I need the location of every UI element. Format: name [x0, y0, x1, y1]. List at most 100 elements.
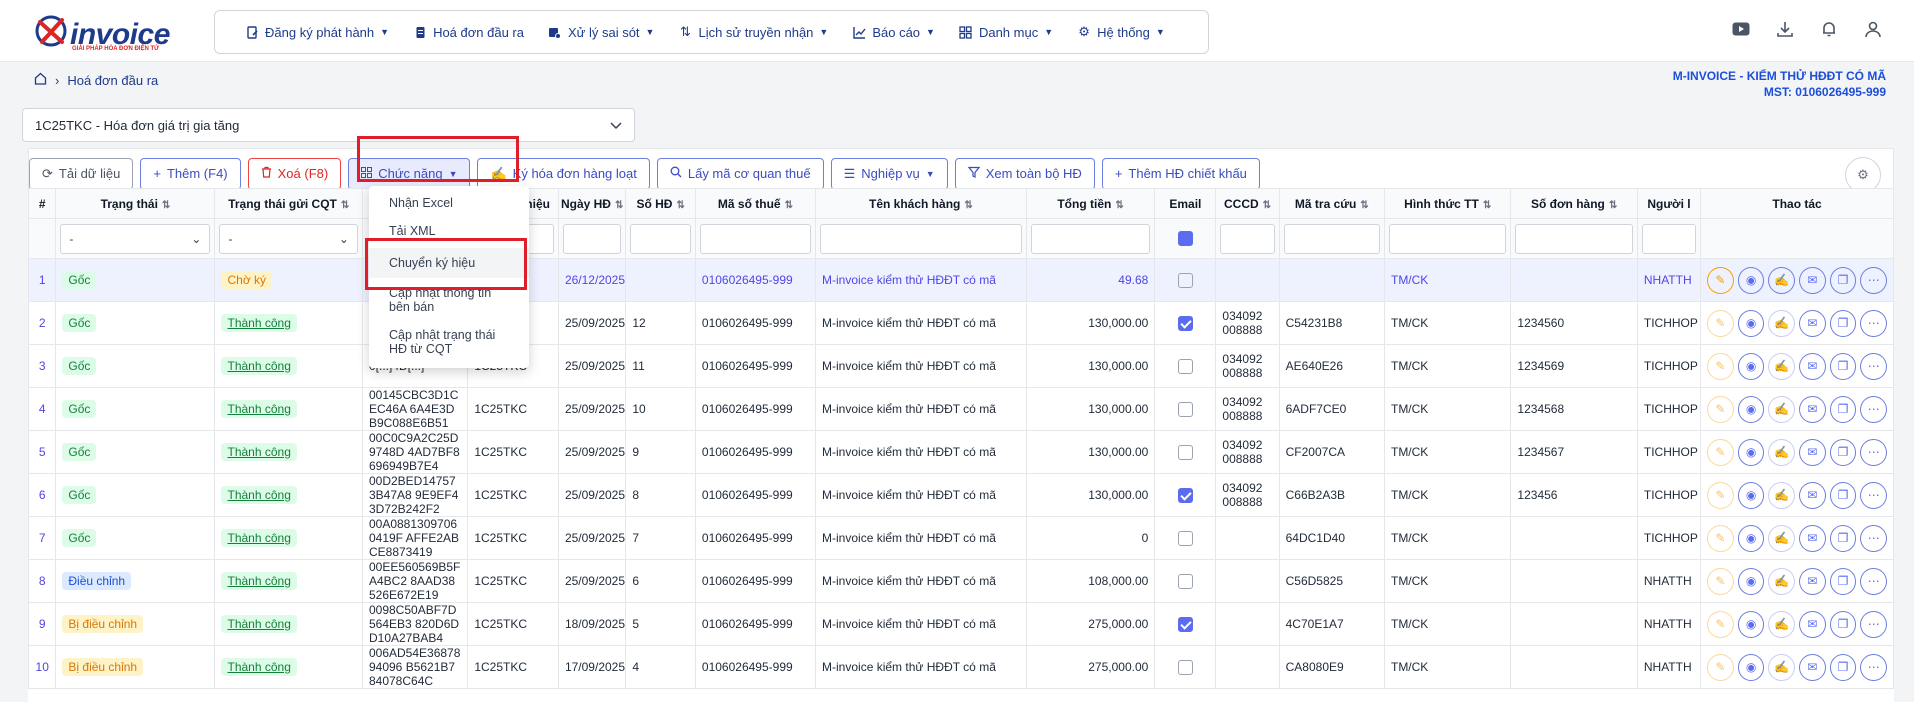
table-row[interactable]: 7 Gốc Thành công 00A08813097060419F AFFE2AB…: [28, 516, 1894, 560]
nav-hoa-don-dau-ra[interactable]: Hoá đơn đầu ra: [401, 11, 536, 53]
number-filter[interactable]: [630, 223, 691, 254]
sign-icon[interactable]: ✍: [1768, 309, 1796, 337]
status-filter[interactable]: - ⌄: [60, 223, 211, 254]
date-filter[interactable]: [562, 223, 622, 254]
more-icon[interactable]: ⋯: [1860, 567, 1888, 595]
edit-icon[interactable]: ✎: [1707, 395, 1734, 423]
mail-icon[interactable]: ✉: [1799, 266, 1826, 294]
view-all-button[interactable]: Xem toàn bộ HĐ: [954, 157, 1095, 190]
cqt-status-badge[interactable]: Thành công: [221, 486, 297, 504]
nav-xu-ly-sai-sot[interactable]: Xử lý sai sót ▼: [536, 11, 666, 53]
col-header-lookup[interactable]: Mã tra cứu ⇅: [1278, 188, 1385, 219]
add-button[interactable]: + Thêm (F4): [140, 157, 241, 190]
nav-bao-cao[interactable]: Báo cáo ▼: [840, 11, 947, 53]
cccd-filter[interactable]: [1220, 223, 1275, 254]
total-filter[interactable]: [1030, 223, 1151, 254]
youtube-icon[interactable]: [1730, 18, 1752, 40]
email-checkbox[interactable]: [1177, 315, 1193, 331]
copy-icon[interactable]: ❐: [1829, 438, 1857, 466]
email-checkbox[interactable]: [1177, 272, 1193, 288]
edit-icon[interactable]: ✎: [1707, 352, 1734, 380]
cqt-status-badge[interactable]: Thành công: [221, 400, 297, 418]
sign-icon[interactable]: ✍: [1768, 395, 1796, 423]
sign-icon[interactable]: ✍: [1768, 653, 1796, 681]
bell-icon[interactable]: [1818, 18, 1840, 40]
sign-batch-button[interactable]: ✍ Ký hóa đơn hàng loạt: [477, 157, 650, 190]
view-icon[interactable]: ◉: [1737, 567, 1765, 595]
edit-icon[interactable]: ✎: [1707, 610, 1734, 638]
brand-logo[interactable]: invoice GIẢI PHÁP HÓA ĐƠN ĐIỆN TỬ: [34, 12, 174, 52]
table-row[interactable]: 9 Bị điều chỉnh Thành công 0098C50ABF7D564E…: [28, 602, 1894, 646]
email-checkbox[interactable]: [1177, 659, 1193, 675]
sign-icon[interactable]: ✍: [1768, 352, 1796, 380]
cqt-status-badge[interactable]: Thành công: [221, 658, 297, 676]
sign-icon[interactable]: ✍: [1768, 610, 1796, 638]
table-row[interactable]: 2GốcThành công0[...]B[...]1C25TKC25/09/2…: [28, 301, 1894, 345]
copy-icon[interactable]: ❐: [1829, 524, 1857, 552]
table-row[interactable]: 5 Gốc Thành công 00C0C9A2C25D9748D 4AD7BF86…: [28, 430, 1894, 474]
customer-filter[interactable]: [820, 223, 1022, 254]
edit-icon[interactable]: ✎: [1707, 438, 1734, 466]
cqt-status-badge[interactable]: Thành công: [221, 357, 297, 375]
cqt-status-badge[interactable]: Thành công: [221, 314, 297, 332]
payment-filter[interactable]: [1388, 223, 1507, 254]
invoice-series-select[interactable]: 1C25TKC - Hóa đơn giá trị gia tăng: [22, 108, 635, 142]
table-row[interactable]: 10 Bị điều chỉnh Thành công 006AD54E3687894…: [28, 645, 1894, 689]
cqt-status-badge[interactable]: Chờ ký: [221, 271, 273, 289]
more-icon[interactable]: ⋯: [1860, 309, 1888, 337]
view-icon[interactable]: ◉: [1737, 524, 1765, 552]
edit-icon[interactable]: ✎: [1707, 309, 1734, 337]
more-icon[interactable]: ⋯: [1860, 481, 1888, 509]
menu-item-import-excel[interactable]: Nhận Excel: [369, 190, 529, 216]
email-checkbox[interactable]: [1177, 530, 1193, 546]
breadcrumb-current[interactable]: Hoá đơn đầu ra: [67, 73, 158, 88]
edit-icon[interactable]: ✎: [1707, 266, 1734, 294]
table-row[interactable]: 3GốcThành công0[...]4D[...]1C25TKC25/09/…: [28, 344, 1894, 388]
col-header-order[interactable]: Số đơn hàng ⇅: [1510, 188, 1638, 219]
mail-icon[interactable]: ✉: [1799, 481, 1826, 509]
menu-item-download-xml[interactable]: Tải XML: [369, 218, 529, 244]
cqt-status-badge[interactable]: Thành công: [221, 529, 297, 547]
email-checkbox[interactable]: [1177, 573, 1193, 589]
mail-icon[interactable]: ✉: [1799, 395, 1826, 423]
table-row[interactable]: 8 Điều chỉnh Thành công 00EE560569B5FA4BC2 …: [28, 559, 1894, 603]
email-checkbox[interactable]: [1177, 616, 1193, 632]
col-header-date[interactable]: Ngày HĐ ⇅: [557, 188, 627, 219]
copy-icon[interactable]: ❐: [1829, 395, 1857, 423]
more-icon[interactable]: ⋯: [1860, 524, 1888, 552]
sign-icon[interactable]: ✍: [1768, 567, 1796, 595]
view-icon[interactable]: ◉: [1737, 481, 1765, 509]
mail-icon[interactable]: ✉: [1799, 352, 1826, 380]
edit-icon[interactable]: ✎: [1707, 653, 1734, 681]
nav-lich-su-truyen-nhan[interactable]: ⇅ Lịch sử truyền nhận ▼: [666, 11, 840, 53]
email-checkbox[interactable]: [1177, 358, 1193, 374]
table-row[interactable]: 1GốcChờ ký1C25TKC26/12/20250106026495-99…: [28, 258, 1894, 302]
copy-icon[interactable]: ❐: [1829, 653, 1857, 681]
more-icon[interactable]: ⋯: [1860, 610, 1888, 638]
reload-button[interactable]: ⟳ Tải dữ liệu: [29, 157, 134, 190]
mail-icon[interactable]: ✉: [1799, 524, 1826, 552]
copy-icon[interactable]: ❐: [1829, 309, 1857, 337]
email-checkbox[interactable]: [1177, 487, 1193, 503]
col-header-tax-code[interactable]: Mã số thuế ⇅: [694, 188, 817, 219]
more-icon[interactable]: ⋯: [1860, 653, 1888, 681]
copy-icon[interactable]: ❐: [1829, 481, 1857, 509]
email-filter-checkbox[interactable]: [1177, 231, 1193, 247]
mail-icon[interactable]: ✉: [1799, 567, 1826, 595]
mail-icon[interactable]: ✉: [1799, 309, 1826, 337]
lookup-filter[interactable]: [1283, 223, 1380, 254]
cqt-status-filter[interactable]: - ⌄: [219, 223, 358, 254]
sign-icon[interactable]: ✍: [1768, 438, 1796, 466]
view-icon[interactable]: ◉: [1737, 266, 1765, 294]
nav-dang-ky-phat-hanh[interactable]: Đăng ký phát hành ▼: [233, 11, 401, 53]
add-discount-button[interactable]: + Thêm HĐ chiết khấu: [1101, 157, 1260, 190]
more-icon[interactable]: ⋯: [1860, 352, 1888, 380]
menu-item-update-cqt-status[interactable]: Cập nhật trạng thái HĐ từ CQT: [369, 322, 529, 362]
view-icon[interactable]: ◉: [1737, 438, 1765, 466]
user-filter[interactable]: [1641, 223, 1697, 254]
menu-item-update-seller[interactable]: Cập nhật thông tin bên bán: [369, 280, 529, 320]
view-icon[interactable]: ◉: [1737, 309, 1765, 337]
business-button[interactable]: ☰ Nghiệp vụ ▼: [830, 157, 948, 190]
download-icon[interactable]: [1774, 18, 1796, 40]
email-checkbox[interactable]: [1177, 401, 1193, 417]
